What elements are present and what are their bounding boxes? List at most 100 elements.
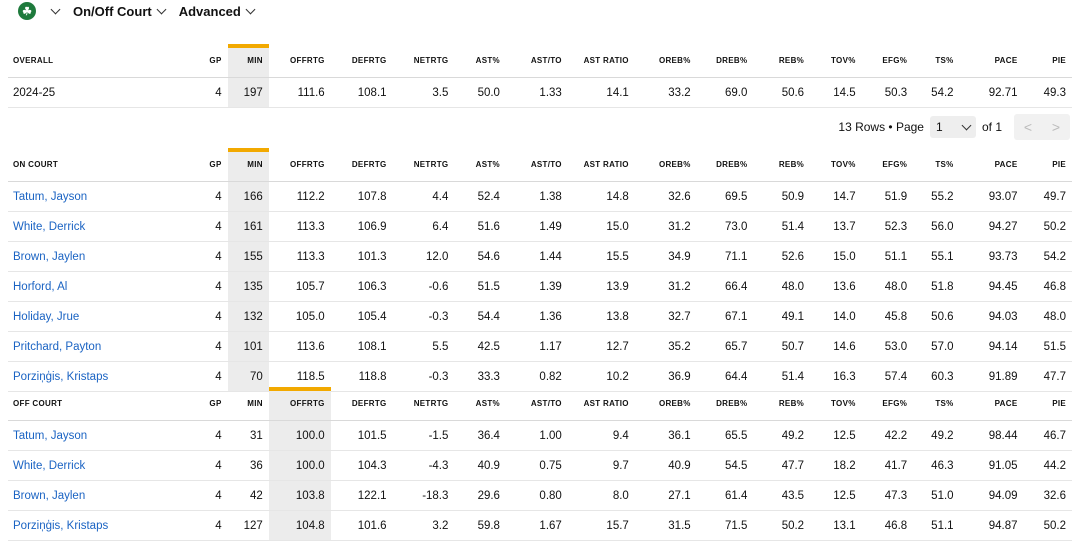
column-header-ast-to[interactable]: AST/TO xyxy=(505,387,568,421)
column-header-ast-to[interactable]: AST/TO xyxy=(505,148,568,182)
column-header-oreb[interactable]: OREB% xyxy=(634,44,697,78)
column-header-ts[interactable]: TS% xyxy=(913,148,960,182)
player-link[interactable]: Tatum, Jayson xyxy=(8,181,197,212)
cell-oreb: 36.1 xyxy=(634,420,697,451)
column-header-efg[interactable]: EFG% xyxy=(861,387,914,421)
column-header-efg[interactable]: EFG% xyxy=(861,44,914,78)
next-page-button[interactable]: > xyxy=(1042,114,1070,140)
advanced-dropdown[interactable]: Advanced xyxy=(179,4,262,19)
cell-tov: 18.2 xyxy=(810,450,862,481)
column-header-ts[interactable]: TS% xyxy=(913,387,960,421)
column-header-tov[interactable]: TOV% xyxy=(810,148,862,182)
cell-dreb: 73.0 xyxy=(696,211,754,242)
chevron-down-icon xyxy=(156,4,167,15)
column-header-pace[interactable]: PACE xyxy=(959,148,1024,182)
cell-ast: 54.4 xyxy=(454,301,506,332)
column-header-netrtg[interactable]: NETRTG xyxy=(392,387,455,421)
player-link[interactable]: Tatum, Jayson xyxy=(8,420,197,451)
column-header-tov[interactable]: TOV% xyxy=(810,387,862,421)
cell-efg: 52.3 xyxy=(861,211,914,242)
player-link[interactable]: Horford, Al xyxy=(8,271,197,302)
player-link[interactable]: Brown, Jaylen xyxy=(8,241,197,272)
cell-tov: 12.5 xyxy=(810,420,862,451)
column-header-gp[interactable]: GP xyxy=(196,148,228,182)
column-header-efg[interactable]: EFG% xyxy=(861,148,914,182)
column-header-oreb[interactable]: OREB% xyxy=(634,387,697,421)
cell-pie: 46.7 xyxy=(1023,420,1072,451)
column-header-reb[interactable]: REB% xyxy=(753,387,811,421)
column-header-defrtg[interactable]: DEFRTG xyxy=(330,387,393,421)
player-link[interactable]: Pritchard, Payton xyxy=(8,331,197,362)
column-header-offrtg[interactable]: OFFRTG xyxy=(268,148,331,182)
on-off-court-dropdown[interactable]: On/Off Court xyxy=(73,4,173,19)
column-header-pie[interactable]: PIE xyxy=(1023,44,1072,78)
cell-pace: 94.09 xyxy=(959,480,1024,511)
column-header-offrtg[interactable]: OFFRTG xyxy=(268,387,331,421)
cell-ts: 56.0 xyxy=(913,211,960,242)
column-header-ast-ratio[interactable]: AST RATIO xyxy=(567,387,635,421)
column-header-gp[interactable]: GP xyxy=(196,387,228,421)
column-header-ast[interactable]: AST% xyxy=(454,44,506,78)
column-header-netrtg[interactable]: NETRTG xyxy=(392,148,455,182)
column-header-min[interactable]: MIN xyxy=(227,148,269,182)
column-header-pace[interactable]: PACE xyxy=(959,387,1024,421)
column-header-ast-ratio[interactable]: AST RATIO xyxy=(567,44,635,78)
table-row: White, Derrick 4 161 113.3 106.9 6.4 51.6 1.49 1… xyxy=(8,211,1072,242)
column-header-defrtg[interactable]: DEFRTG xyxy=(330,148,393,182)
cell-gp: 4 xyxy=(196,211,228,242)
column-header-ast-to[interactable]: AST/TO xyxy=(505,44,568,78)
column-header-reb[interactable]: REB% xyxy=(753,44,811,78)
cell-ast: 36.4 xyxy=(454,420,506,451)
cell-efg: 45.8 xyxy=(861,301,914,332)
chevron-down-icon[interactable] xyxy=(50,4,61,15)
cell-defrtg: 101.5 xyxy=(330,420,393,451)
column-header-pace[interactable]: PACE xyxy=(959,44,1024,78)
celtics-logo-icon[interactable]: ☘ xyxy=(18,2,36,20)
column-header-reb[interactable]: REB% xyxy=(753,148,811,182)
cell-tov: 13.7 xyxy=(810,211,862,242)
player-link[interactable]: White, Derrick xyxy=(8,211,197,242)
column-header-netrtg[interactable]: NETRTG xyxy=(392,44,455,78)
column-header-defrtg[interactable]: DEFRTG xyxy=(330,44,393,78)
page-select[interactable]: 1 xyxy=(929,116,976,138)
column-header-tov[interactable]: TOV% xyxy=(810,44,862,78)
column-header-ast-ratio[interactable]: AST RATIO xyxy=(567,148,635,182)
cell-oreb: 32.7 xyxy=(634,301,697,332)
prev-page-button[interactable]: < xyxy=(1014,114,1042,140)
column-header-offrtg[interactable]: OFFRTG xyxy=(268,44,331,78)
column-header-ast[interactable]: AST% xyxy=(454,148,506,182)
column-header-dreb[interactable]: DREB% xyxy=(696,148,754,182)
column-header-ast[interactable]: AST% xyxy=(454,387,506,421)
column-header-min[interactable]: MIN xyxy=(227,387,269,421)
cell-dreb: 61.4 xyxy=(696,480,754,511)
column-header-min[interactable]: MIN xyxy=(227,44,269,78)
cell-ast: 59.8 xyxy=(454,510,506,541)
player-link[interactable]: Porziņģis, Kristaps xyxy=(8,510,197,541)
column-header-dreb[interactable]: DREB% xyxy=(696,387,754,421)
cell-ts: 54.2 xyxy=(913,77,960,108)
table-row: White, Derrick 4 36 100.0 104.3 -4.3 40.9 0.75 9… xyxy=(8,450,1072,481)
cell-ts: 51.0 xyxy=(913,480,960,511)
cell-netrtg: -18.3 xyxy=(392,480,455,511)
cell-pace: 91.05 xyxy=(959,450,1024,481)
cell-ts: 55.2 xyxy=(913,181,960,212)
player-link[interactable]: White, Derrick xyxy=(8,450,197,481)
column-header-pie[interactable]: PIE xyxy=(1023,148,1072,182)
cell-ast-ratio: 13.9 xyxy=(567,271,635,302)
column-header-oreb[interactable]: OREB% xyxy=(634,148,697,182)
cell-ast-ratio: 9.4 xyxy=(567,420,635,451)
column-header-ts[interactable]: TS% xyxy=(913,44,960,78)
column-header-gp[interactable]: GP xyxy=(196,44,228,78)
player-link[interactable]: Brown, Jaylen xyxy=(8,480,197,511)
cell-defrtg: 106.3 xyxy=(330,271,393,302)
table-row: Tatum, Jayson 4 166 112.2 107.8 4.4 52.4 1.38 14… xyxy=(8,181,1072,212)
cell-gp: 4 xyxy=(196,420,228,451)
table-row: Pritchard, Payton 4 101 113.6 108.1 5.5 42.5 1.… xyxy=(8,331,1072,362)
pagination: 13 Rows • Page 1 of 1 < > xyxy=(838,114,1070,140)
cell-ast-to: 1.44 xyxy=(505,241,568,272)
cell-tov: 12.5 xyxy=(810,480,862,511)
column-header-pie[interactable]: PIE xyxy=(1023,387,1072,421)
player-link[interactable]: Holiday, Jrue xyxy=(8,301,197,332)
column-header-dreb[interactable]: DREB% xyxy=(696,44,754,78)
cell-oreb: 31.2 xyxy=(634,211,697,242)
